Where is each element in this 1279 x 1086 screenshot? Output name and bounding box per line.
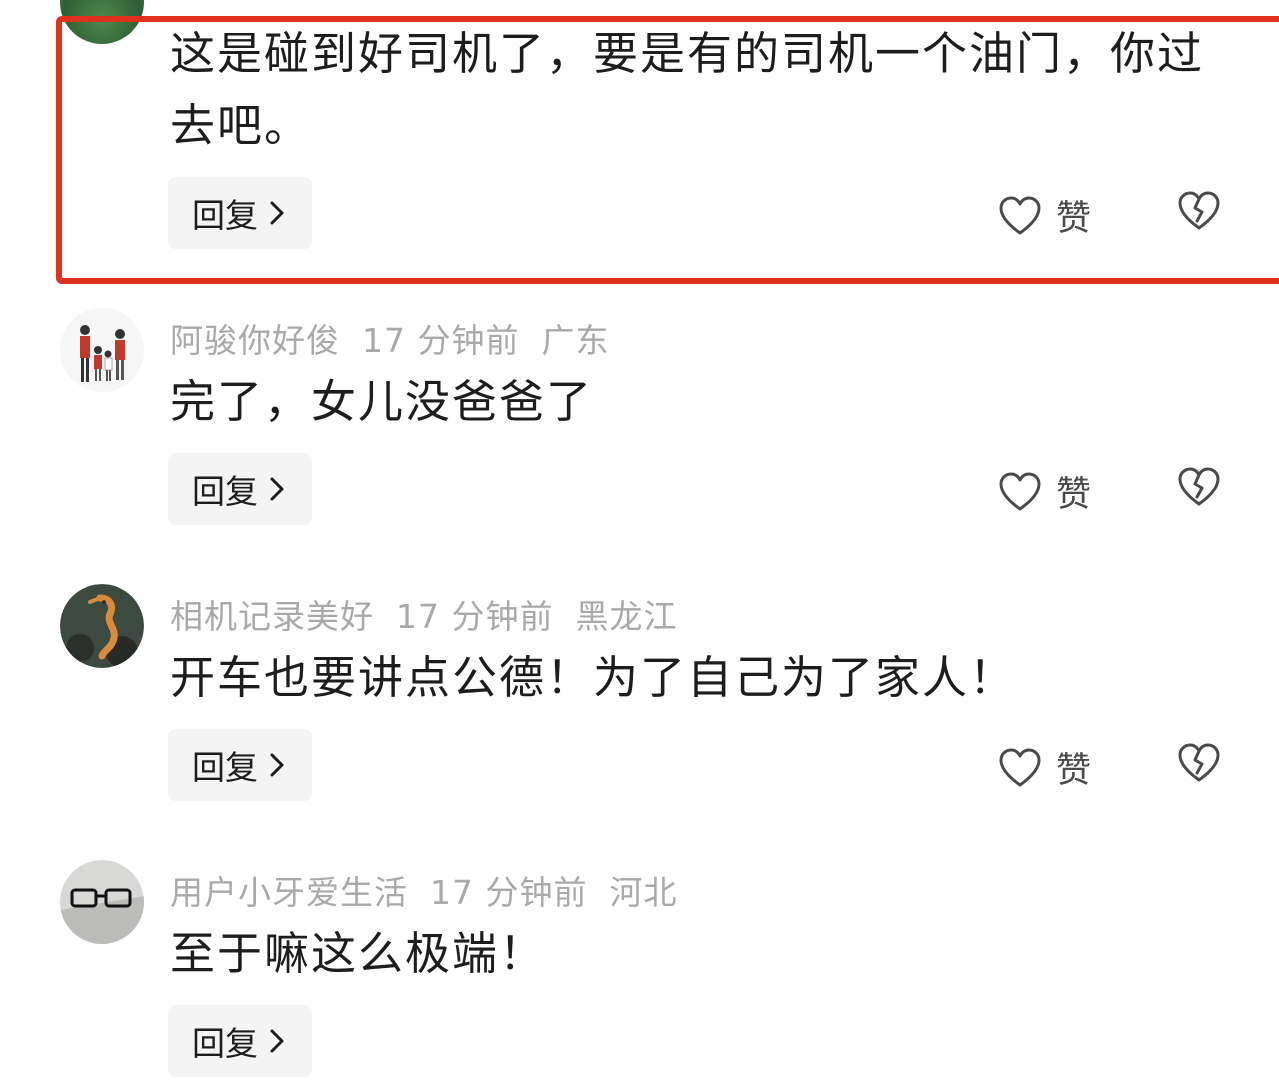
like-button[interactable]: 赞	[998, 742, 1091, 793]
heart-outline-icon	[999, 196, 1041, 234]
like-label: 赞	[1056, 475, 1092, 515]
comment-text: 完了，女儿没爸爸了	[170, 375, 594, 428]
chevron-right-icon	[270, 201, 284, 225]
like-button[interactable]: 赞	[998, 466, 1091, 517]
timestamp: 17 分钟前	[396, 597, 554, 636]
location: 黑龙江	[575, 597, 678, 636]
seahorse-avatar-image	[60, 584, 144, 668]
username[interactable]: 用户小牙爱生活	[170, 873, 408, 912]
glasses-avatar-image	[60, 860, 144, 944]
comment-item: 相机记录美好 17 分钟前 黑龙江 开车也要讲点公德！为了自己为了家人！ 回复 赞	[0, 576, 1279, 826]
reply-button[interactable]: 回复	[168, 1005, 312, 1077]
reply-label: 回复	[192, 1024, 258, 1063]
heart-outline-icon	[999, 748, 1041, 786]
reply-button[interactable]: 回复	[168, 453, 312, 525]
avatar[interactable]	[60, 860, 144, 944]
broken-heart-icon	[1178, 743, 1220, 782]
broken-heart-icon	[1178, 467, 1220, 506]
comment-item: 阿骏你好俊 17 分钟前 广东 完了，女儿没爸爸了 回复 赞	[0, 300, 1279, 550]
comment-text: 至于嘛这么极端！	[170, 927, 547, 980]
comment-meta: 用户小牙爱生活 17 分钟前 河北	[170, 866, 699, 914]
timestamp: 17 分钟前	[430, 873, 588, 912]
comment-meta: 阿骏你好俊 17 分钟前 广东	[170, 314, 631, 362]
username[interactable]: 相机记录美好	[170, 597, 374, 636]
reply-label: 回复	[192, 748, 258, 787]
comment-text: 这是碰到好司机了，要是有的司机一个油门，你过去吧。	[170, 27, 1205, 152]
username[interactable]: 阿骏你好俊	[170, 321, 340, 360]
reply-button[interactable]: 回复	[168, 177, 312, 249]
dislike-button[interactable]	[1176, 742, 1222, 788]
avatar[interactable]	[60, 584, 144, 668]
comment-item: 用户小牙爱生活 17 分钟前 河北 至于嘛这么极端！ 回复	[0, 852, 1279, 1086]
heart-outline-icon	[999, 472, 1041, 510]
chevron-right-icon	[270, 753, 284, 777]
like-label: 赞	[1056, 199, 1092, 239]
avatar[interactable]	[60, 0, 144, 44]
reply-button[interactable]: 回复	[168, 729, 312, 801]
reply-label: 回复	[192, 472, 258, 511]
chevron-right-icon	[270, 1029, 284, 1053]
comment-text: 开车也要讲点公德！为了自己为了家人！	[170, 651, 1017, 704]
timestamp: 17 分钟前	[362, 321, 520, 360]
dislike-button[interactable]	[1176, 190, 1222, 236]
avatar[interactable]	[60, 308, 144, 392]
chevron-right-icon	[270, 477, 284, 501]
location: 广东	[541, 321, 610, 360]
like-button[interactable]: 赞	[998, 190, 1091, 241]
reply-label: 回复	[192, 196, 258, 235]
broken-heart-icon	[1178, 191, 1220, 230]
comment-meta: 相机记录美好 17 分钟前 黑龙江	[170, 590, 699, 638]
family-avatar-image	[60, 308, 144, 392]
like-label: 赞	[1056, 751, 1092, 791]
comment-item: 这是碰到好司机了，要是有的司机一个油门，你过去吧。 回复 赞	[0, 0, 1279, 290]
dislike-button[interactable]	[1176, 466, 1222, 512]
location: 河北	[609, 873, 678, 912]
